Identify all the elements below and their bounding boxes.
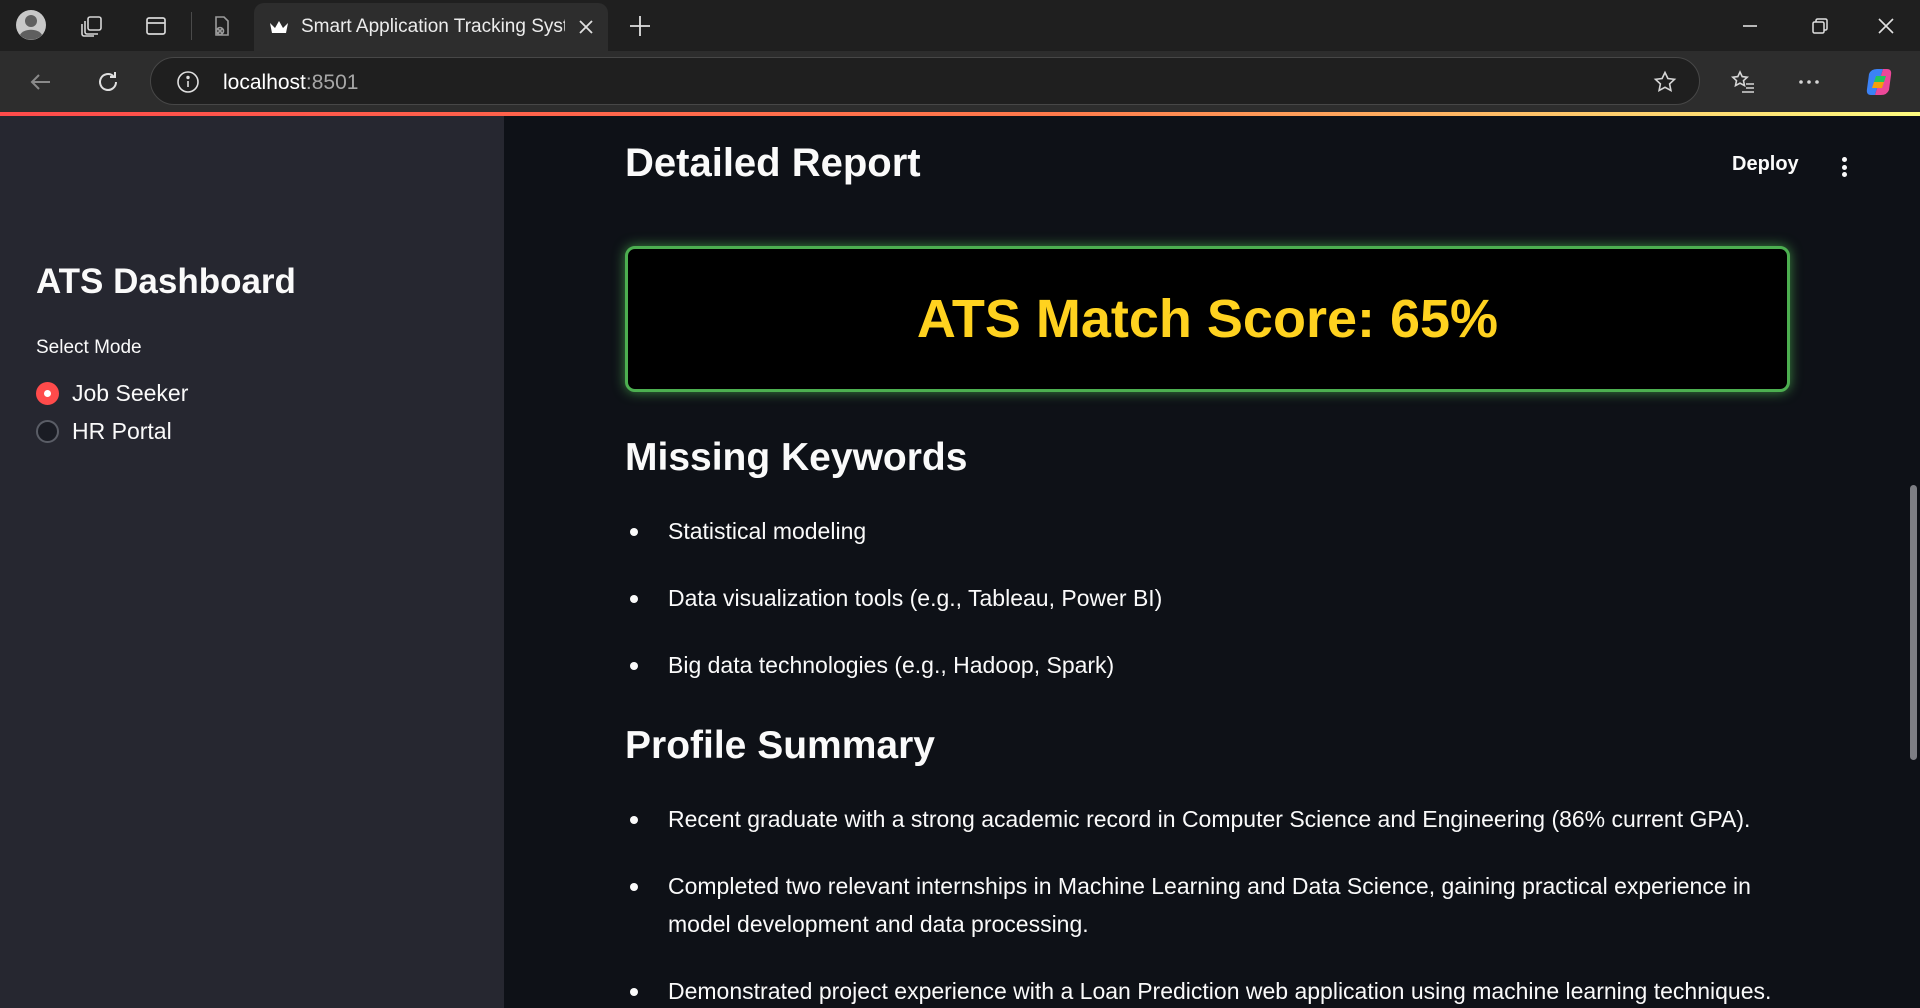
sidebar: ATS Dashboard Select Mode Job Seeker HR … [0,116,504,1008]
sidebar-title: ATS Dashboard [36,262,296,301]
copilot-icon[interactable] [1862,65,1896,99]
page-blocked-icon[interactable] [208,12,236,40]
mode-label: Select Mode [36,337,142,358]
main-menu-icon[interactable] [1836,154,1852,180]
favorite-star-icon[interactable] [1651,68,1679,96]
site-info-icon[interactable] [175,69,201,95]
radio-label: Job Seeker [72,380,189,406]
radio-indicator[interactable] [36,420,59,443]
back-icon[interactable] [26,67,56,97]
browser-nav-bar: localhost:8501 [0,51,1920,112]
browser-tab-bar: Smart Application Tracking System [0,0,1920,51]
radio-job-seeker[interactable]: Job Seeker [36,380,188,407]
tab-bar-divider [191,12,192,40]
radio-label: HR Portal [72,418,172,444]
radio-indicator-selected[interactable] [36,382,59,405]
list-item: Data visualization tools (e.g., Tableau,… [625,579,1795,617]
list-item: Demonstrated project experience with a L… [625,972,1795,1008]
tab-close-icon[interactable] [574,15,598,39]
page-title: Detailed Report [625,141,921,185]
new-tab-icon[interactable] [626,12,654,40]
profile-avatar-icon[interactable] [14,8,48,42]
restore-icon[interactable] [1806,12,1834,40]
main-scrollbar[interactable] [1910,485,1917,760]
missing-keywords-list: Statistical modeling Data visualization … [625,512,1795,713]
favorites-list-icon[interactable] [1728,67,1758,97]
deploy-button[interactable]: Deploy [1732,153,1799,176]
ats-score-card: ATS Match Score: 65% [625,246,1790,392]
missing-keywords-heading: Missing Keywords [625,436,968,479]
address-bar[interactable]: localhost:8501 [150,57,1700,105]
list-item: Big data technologies (e.g., Hadoop, Spa… [625,646,1795,684]
workspaces-icon[interactable] [78,12,106,40]
active-tab[interactable]: Smart Application Tracking System [254,3,608,51]
profile-summary-list: Recent graduate with a strong academic r… [625,800,1795,1008]
window-close-icon[interactable] [1872,12,1900,40]
more-options-icon[interactable] [1794,67,1824,97]
url-text: localhost:8501 [223,71,359,94]
list-item: Completed two relevant internships in Ma… [625,867,1795,943]
tab-title: Smart Application Tracking System [301,16,565,37]
profile-summary-heading: Profile Summary [625,724,935,767]
minimize-icon[interactable] [1736,12,1764,40]
vertical-tabs-icon[interactable] [142,12,170,40]
streamlit-crown-icon [268,16,290,38]
reload-icon[interactable] [93,67,123,97]
list-item: Recent graduate with a strong academic r… [625,800,1795,838]
ats-score-text: ATS Match Score: 65% [916,289,1499,349]
radio-hr-portal[interactable]: HR Portal [36,418,172,445]
list-item: Statistical modeling [625,512,1795,550]
